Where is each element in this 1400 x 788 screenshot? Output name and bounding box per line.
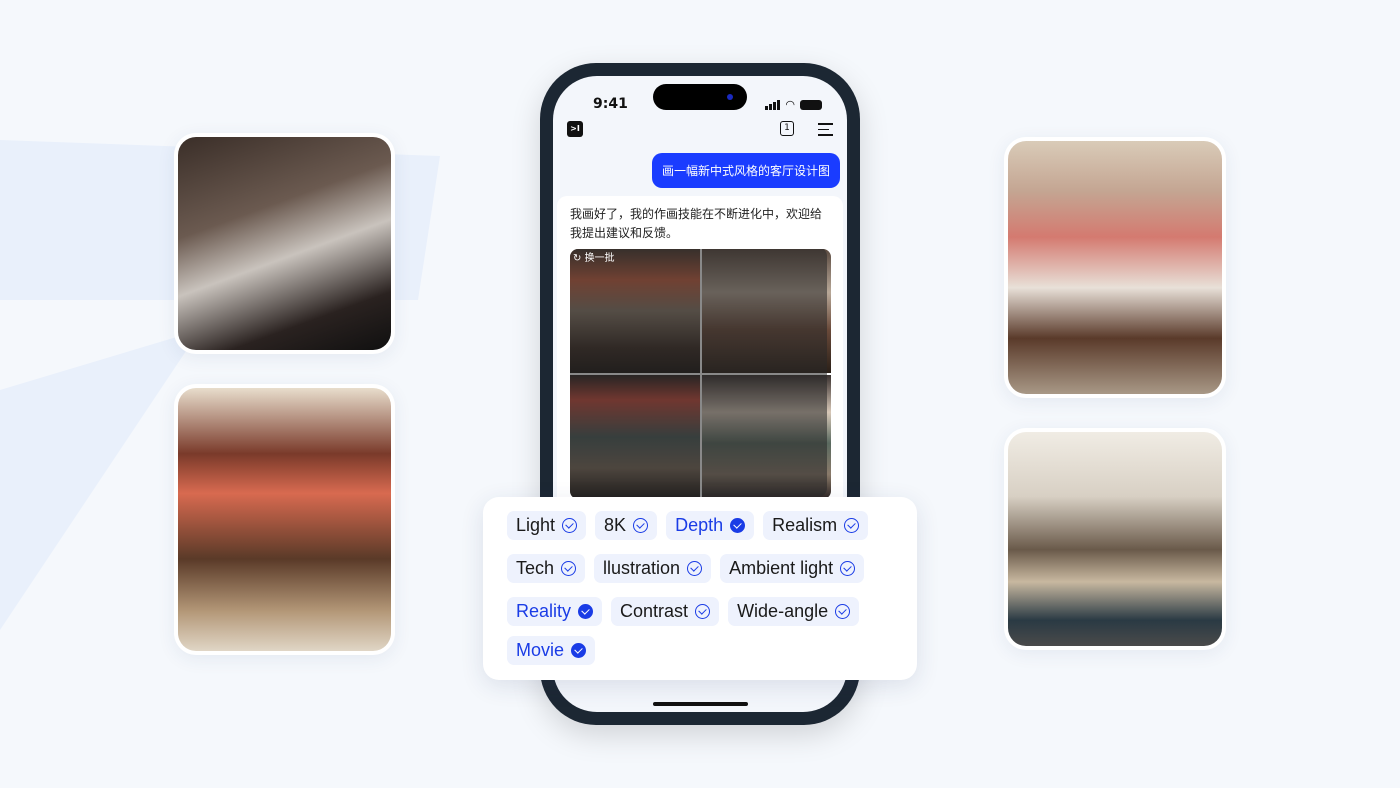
conversation-count-button[interactable]: 1 [780,121,794,136]
tag-row: Tech llustration Ambient light [507,554,899,583]
tag-label: Contrast [620,601,689,621]
hamburger-icon[interactable] [818,123,833,140]
check-circle-icon [561,561,577,576]
tag-row: Movie [507,636,899,665]
refresh-label: 换一批 [584,253,615,264]
tag-label: Wide-angle [737,601,829,621]
battery-icon [800,99,822,110]
interior-image-card[interactable] [1004,428,1226,650]
bot-message-text: 我画好了，我的作画技能在不断进化中，欢迎给我提出建议和反馈。 [570,207,823,240]
tag-label: Light [516,515,556,535]
interior-image [1008,141,1222,394]
tag-label: Tech [516,558,555,578]
refresh-button[interactable]: ↻ 换一批 [570,249,827,497]
home-indicator [653,702,748,706]
signal-icon [765,99,781,110]
style-tag[interactable]: Movie [507,636,596,665]
dynamic-island [653,84,747,110]
interior-image [178,137,391,350]
tag-label: llustration [603,558,681,578]
check-circle-icon [695,604,711,619]
style-tag[interactable]: Wide-angle [728,597,860,626]
background-shape [0,330,200,630]
check-circle-icon [633,518,649,533]
interior-image [1008,432,1222,646]
style-tag[interactable]: Light [507,511,587,540]
style-tag-panel: Light 8K Depth Realism Tech llustration Ambien… [483,497,917,680]
check-circle-icon [840,561,856,576]
tag-row: Light 8K Depth Realism [507,511,899,540]
tag-label: Realism [772,515,838,535]
status-time: 9:41 [593,96,628,112]
tag-label: Depth [675,515,724,535]
wifi-icon: ◠ [785,98,795,111]
style-tag[interactable]: 8K [595,511,658,540]
tag-row: Reality Contrast Wide-angle [507,597,899,626]
tag-label: Reality [516,601,572,621]
check-circle-icon [835,604,851,619]
check-circle-icon [578,604,594,619]
tag-label: Movie [516,640,565,660]
user-message: 画一幅新中式风格的客厅设计图 [651,153,840,188]
interior-image-card[interactable] [174,384,395,655]
style-tag[interactable]: Tech [507,554,586,583]
style-tag[interactable]: Depth [666,511,755,540]
generated-image-grid: ↻ 换一批 [570,249,831,499]
style-tag[interactable]: Contrast [611,597,720,626]
check-circle-icon [730,518,746,533]
check-circle-icon [571,643,587,658]
check-circle-icon [687,561,703,576]
tag-label: Ambient light [729,558,834,578]
status-icons: ◠ [765,98,822,111]
app-logo[interactable]: >I [567,121,583,137]
interior-image-card[interactable] [174,133,395,354]
tag-label: 8K [604,515,627,535]
style-tag[interactable]: llustration [594,554,712,583]
check-circle-icon [562,518,578,533]
style-tag[interactable]: Realism [763,511,869,540]
style-tag[interactable]: Reality [507,597,603,626]
interior-image [178,388,391,651]
check-circle-icon [844,518,860,533]
interior-image-card[interactable] [1004,137,1226,398]
style-tag[interactable]: Ambient light [720,554,865,583]
